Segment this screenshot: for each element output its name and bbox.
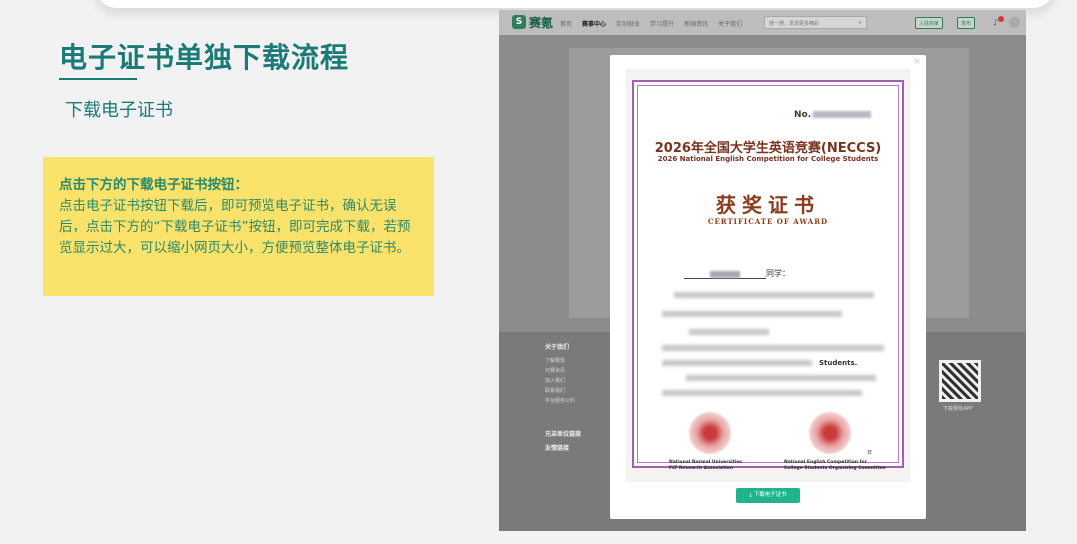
redacted-text [674, 292, 874, 298]
site-search-input[interactable]: 搜一搜，发现更多精彩 ⌕ [764, 16, 867, 29]
nav-item-learning[interactable]: 学习提升 [650, 19, 674, 28]
footer-link[interactable]: 了解赛氪 [545, 356, 575, 366]
footer-heading: 关于我们 [545, 344, 570, 351]
logo-icon: S [512, 15, 526, 29]
website-screenshot: S 赛氪 首页 赛事中心 实训就业 学习提升 新闻资讯 关于我们 搜一搜，发现更… [499, 10, 1026, 531]
certificate-date: 日 [867, 450, 873, 456]
nav-item-home[interactable]: 首页 [560, 19, 572, 28]
footer-link[interactable]: 平台服务公约 [545, 396, 575, 406]
student-suffix: 同学： [766, 269, 790, 278]
redacted-text [686, 375, 876, 381]
certificate: No. 2026年全国大学生英语竞赛(NECCS) 2026 National … [632, 80, 904, 471]
footer-link[interactable]: 联系我们 [545, 386, 575, 396]
footer-friend-row: 友情链接 [545, 444, 569, 457]
certificate-tail-text: Students. [819, 359, 858, 367]
footer-partner-row: 兄弟单位链接 [545, 430, 581, 443]
note-heading: 点击下方的下载电子证书按钮： [59, 177, 248, 193]
enter-merchant-button[interactable]: 入驻商家 [915, 17, 944, 29]
issuer-left: National Normal Universities FLT Researc… [669, 460, 743, 471]
site-logo[interactable]: S 赛氪 [512, 15, 554, 30]
issuer-right: National English Competition for College… [784, 460, 886, 471]
notification-badge [998, 16, 1004, 22]
avatar[interactable] [1009, 17, 1020, 28]
top-decor-bar [95, 0, 1055, 8]
download-icon: ⤓ [749, 492, 752, 498]
nav-item-training[interactable]: 实训就业 [616, 19, 640, 28]
instruction-note: 点击下方的下载电子证书按钮： 点击电子证书按钮下载后，即可预览电子证书，确认无误… [43, 157, 434, 296]
certificate-number-label: No. [794, 110, 812, 120]
download-label: 下载电子证书 [753, 492, 787, 498]
footer-link[interactable]: 元赛资讯 [545, 366, 575, 376]
student-name-line: 同学： [684, 268, 790, 279]
title-underline [59, 78, 137, 80]
close-icon[interactable]: × [913, 57, 921, 67]
seal-right-icon [809, 412, 851, 454]
award-heading-cn: 获奖证书 [716, 193, 820, 217]
publish-button[interactable]: 发布 [957, 17, 976, 29]
footer-about-column: 关于我们 了解赛氪 元赛资讯 加入我们 联系我们 平台服务公约 [545, 343, 575, 406]
footer-link[interactable]: 加入我们 [545, 376, 575, 386]
redacted-text [662, 360, 812, 366]
redacted-text [662, 311, 842, 317]
site-header: S 赛氪 首页 赛事中心 实训就业 学习提升 新闻资讯 关于我们 搜一搜，发现更… [499, 10, 1026, 35]
certificate-title-en: 2026 National English Competition for Co… [657, 155, 879, 163]
search-icon[interactable]: ⌕ [859, 19, 862, 27]
footer-friend-label: 友情链接 [545, 445, 570, 452]
page-subtitle: 下载电子证书 [65, 100, 173, 121]
nav-item-news[interactable]: 新闻资讯 [684, 19, 708, 28]
certificate-title-cn: 2026年全国大学生英语竞赛(NECCS) [654, 141, 882, 156]
redacted-text [662, 390, 862, 396]
note-body: 点击电子证书按钮下载后，即可预览电子证书，确认无误后，点击下方的“下载电子证书”… [59, 198, 411, 256]
redacted-text [662, 345, 884, 351]
nav-item-about[interactable]: 关于我们 [718, 19, 742, 28]
page-title: 电子证书单独下载流程 [59, 41, 350, 74]
nav-item-events[interactable]: 赛事中心 [582, 19, 606, 28]
logo-text: 赛氪 [529, 15, 554, 30]
qr-code [939, 360, 981, 402]
site-nav: 首页 赛事中心 实训就业 学习提升 新闻资讯 关于我们 [560, 19, 742, 28]
seal-left-icon [689, 412, 731, 454]
redacted-text [689, 329, 769, 335]
qr-caption: 下载赛氪APP [943, 406, 973, 412]
search-placeholder: 搜一搜，发现更多精彩 [769, 21, 820, 27]
award-heading-en: CERTIFICATE OF AWARD [707, 217, 829, 226]
download-certificate-button[interactable]: ⤓ 下载电子证书 [736, 488, 800, 503]
certificate-number: No. [794, 110, 872, 120]
footer-partner-label: 兄弟单位链接 [545, 431, 582, 438]
certificate-modal: × No. 2026年全国大学生英语竞赛(NECCS) 2026 Nationa… [610, 55, 926, 519]
